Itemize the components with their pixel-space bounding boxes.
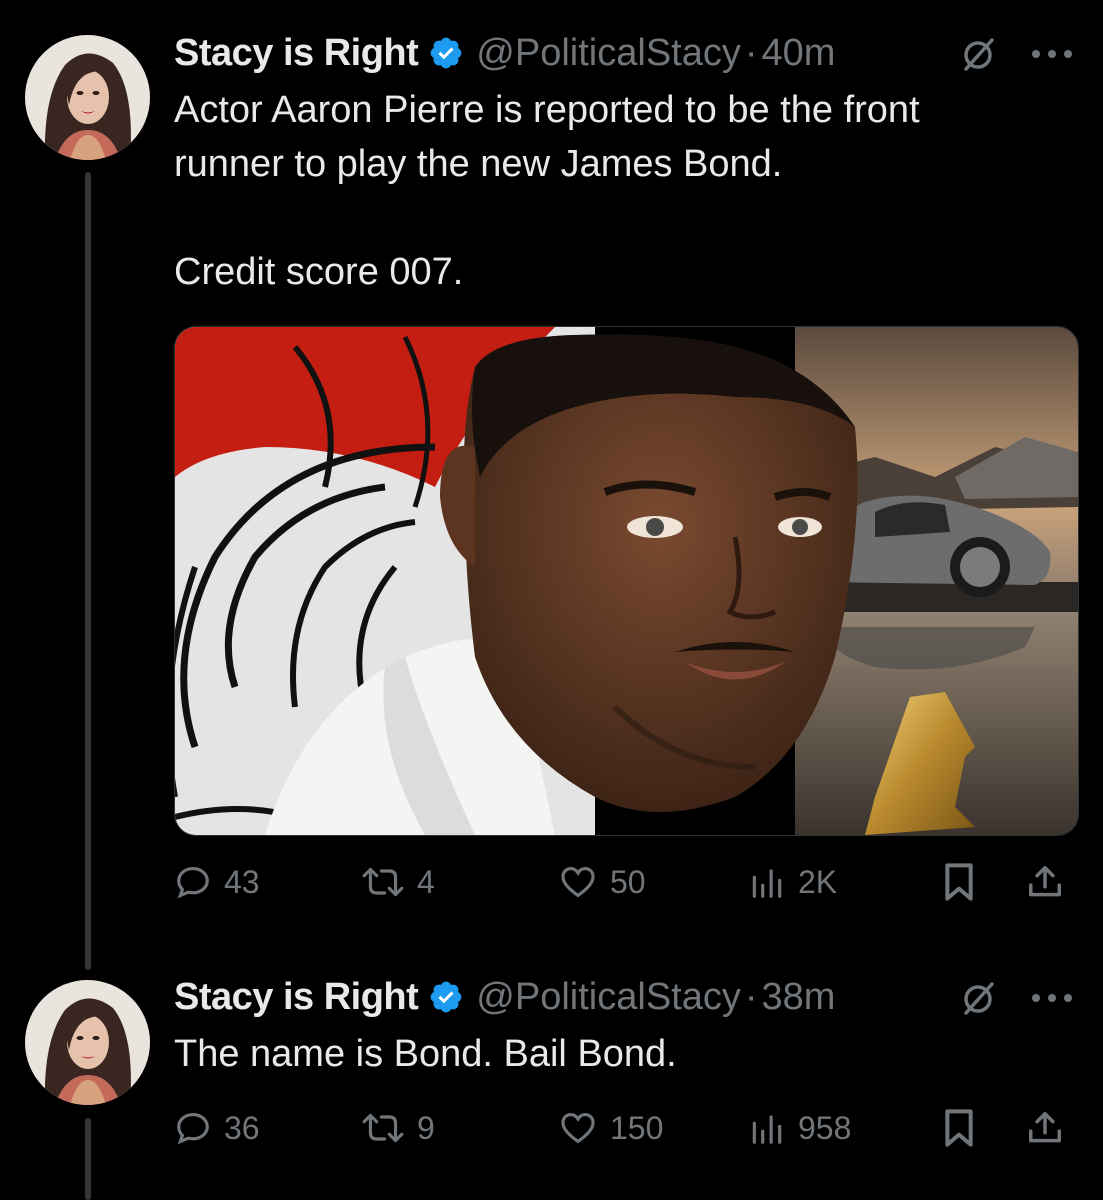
timestamp[interactable]: 40m <box>762 32 836 75</box>
author-handle[interactable]: @PoliticalStacy <box>476 976 741 1019</box>
like-icon <box>561 1112 595 1144</box>
tweet-media-image[interactable] <box>174 326 1079 836</box>
views-count: 2K <box>798 863 838 900</box>
tweet-header: Stacy is Right @PoliticalStacy · 38m <box>174 975 835 1019</box>
grok-icon[interactable] <box>958 34 998 74</box>
share-icon <box>1029 1112 1061 1143</box>
author-handle[interactable]: @PoliticalStacy <box>476 32 741 75</box>
share-button[interactable] <box>1026 857 1064 907</box>
share-icon <box>1029 866 1061 897</box>
repost-icon <box>362 1113 404 1143</box>
reply-icon <box>177 866 209 899</box>
tweet-text: Actor Aaron Pierre is reported to be the… <box>174 89 920 293</box>
more-icon[interactable] <box>1030 992 1074 1004</box>
thread-line-2 <box>85 1118 91 1200</box>
share-button[interactable] <box>1026 1103 1064 1153</box>
verified-badge-icon <box>430 37 462 69</box>
like-count: 50 <box>610 863 646 900</box>
repost-count: 9 <box>417 1109 435 1146</box>
bond-poster-illustration <box>175 327 1078 835</box>
tweet-header: Stacy is Right @PoliticalStacy · 40m <box>174 31 835 75</box>
grok-icon[interactable] <box>958 978 998 1018</box>
author-name[interactable]: Stacy is Right <box>174 32 419 75</box>
repost-button[interactable]: 4 <box>361 857 435 907</box>
separator-dot: · <box>744 31 758 74</box>
thread-line-1 <box>85 172 91 970</box>
views-count: 958 <box>798 1109 852 1146</box>
like-icon <box>561 866 595 898</box>
like-button[interactable]: 150 <box>558 1103 663 1153</box>
author-name[interactable]: Stacy is Right <box>174 976 419 1019</box>
reply-count: 36 <box>224 1109 260 1146</box>
views-icon <box>752 869 782 898</box>
bookmark-icon <box>945 863 973 901</box>
like-count: 150 <box>610 1109 664 1146</box>
reply-icon <box>177 1112 209 1145</box>
tweet-actions: 43 4 50 2K <box>174 857 1077 907</box>
bookmark-button[interactable] <box>942 1103 976 1153</box>
views-button[interactable]: 958 <box>748 1103 851 1153</box>
reply-button[interactable]: 43 <box>174 857 260 907</box>
more-icon[interactable] <box>1030 48 1074 60</box>
verified-badge-icon <box>430 981 462 1013</box>
repost-count: 4 <box>417 863 435 900</box>
bookmark-button[interactable] <box>942 857 976 907</box>
reply-count: 43 <box>224 863 260 900</box>
separator-dot: · <box>744 975 758 1018</box>
repost-button[interactable]: 9 <box>361 1103 435 1153</box>
tweet-text: The name is Bond. Bail Bond. <box>174 1033 677 1075</box>
views-button[interactable]: 2K <box>748 857 837 907</box>
timestamp[interactable]: 38m <box>762 976 836 1019</box>
views-icon <box>752 1115 782 1144</box>
like-button[interactable]: 50 <box>558 857 646 907</box>
tweet-actions: 36 9 150 958 <box>174 1103 1077 1153</box>
avatar[interactable] <box>25 35 150 160</box>
repost-icon <box>362 867 404 897</box>
bookmark-icon <box>945 1109 973 1147</box>
avatar[interactable] <box>25 980 150 1105</box>
reply-button[interactable]: 36 <box>174 1103 260 1153</box>
